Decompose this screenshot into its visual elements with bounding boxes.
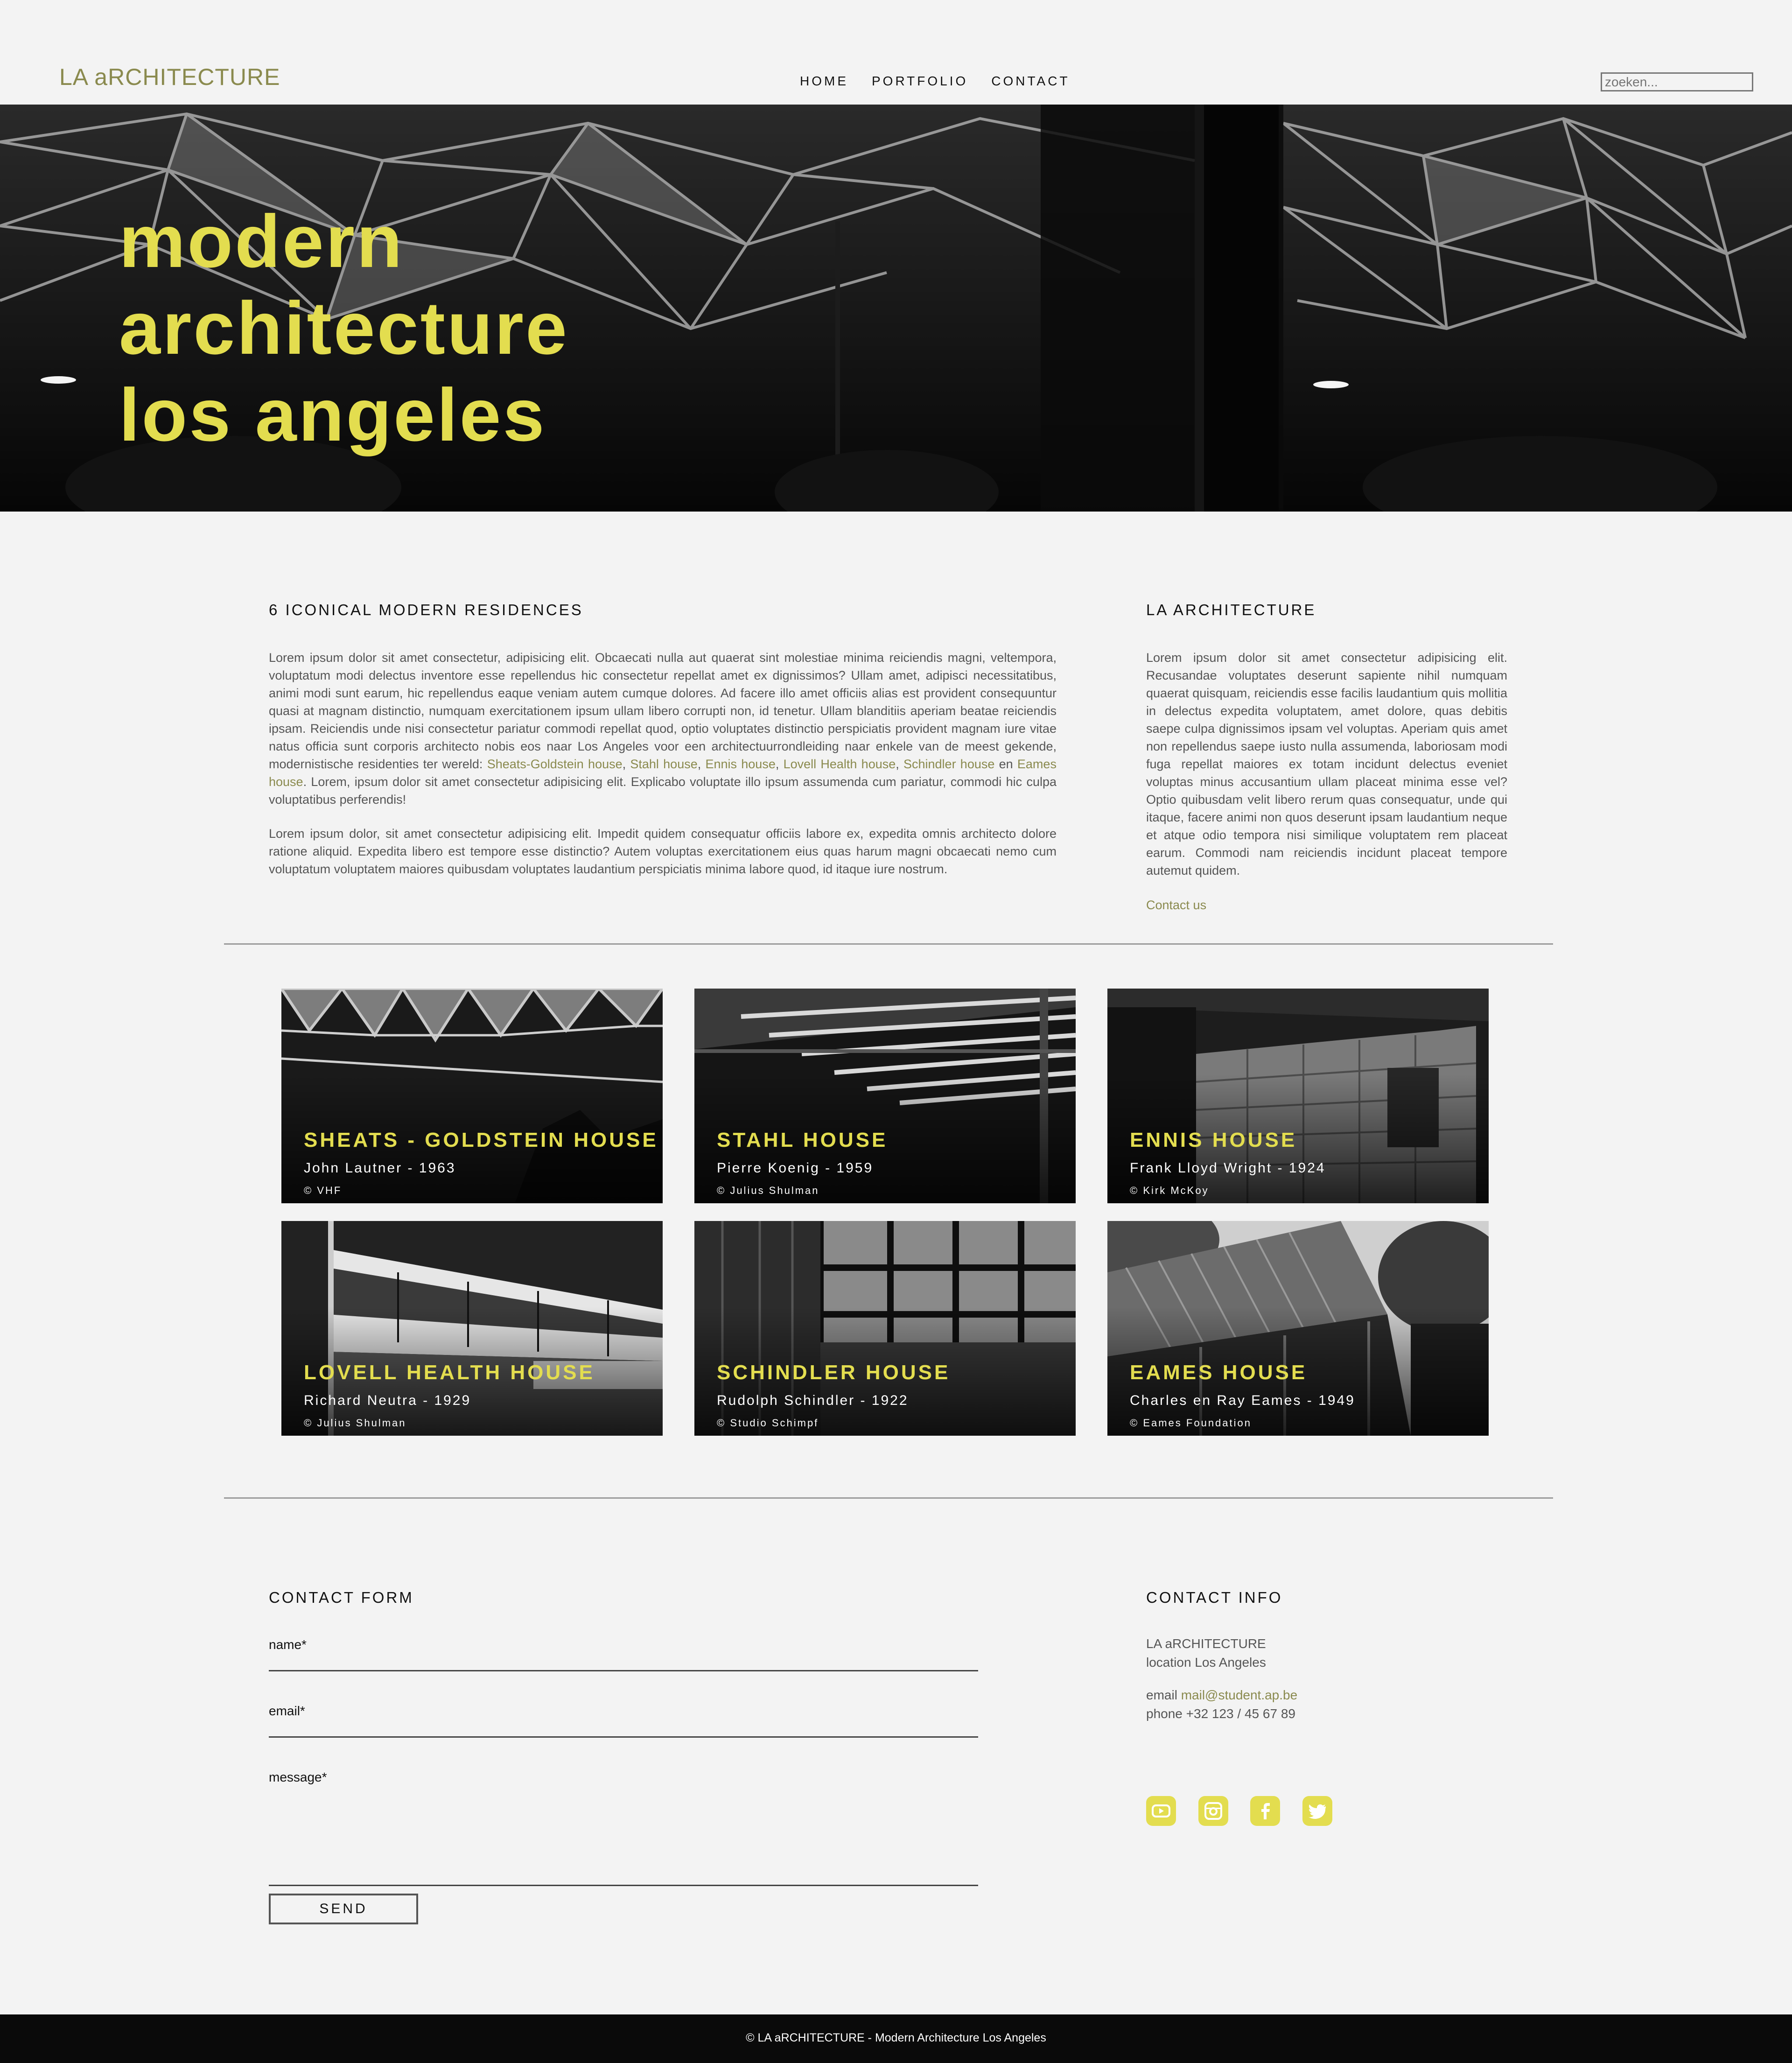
house-card-sheats-goldstein[interactable]: SHEATS - GOLDSTEIN HOUSE John Lautner - … — [281, 989, 663, 1203]
intro-text-a: Lorem ipsum dolor sit amet consectetur, … — [269, 651, 1057, 771]
name-label: name* — [269, 1637, 307, 1652]
house-credit: © Kirk McKoy — [1130, 1185, 1209, 1196]
main-nav: HOME PORTFOLIO CONTACT — [800, 74, 1070, 89]
house-credit: © Studio Schimpf — [717, 1417, 819, 1429]
house-architect: Pierre Koenig - 1959 — [717, 1160, 874, 1176]
contact-phone: phone +32 123 / 45 67 89 — [1146, 1706, 1295, 1721]
name-field[interactable] — [269, 1670, 978, 1671]
house-architect: Frank Lloyd Wright - 1924 — [1130, 1160, 1326, 1176]
footer-text: © LA aRCHITECTURE - Modern Architecture … — [746, 2031, 1046, 2044]
about-heading: LA ARCHITECTURE — [1146, 601, 1316, 618]
send-button[interactable]: SEND — [269, 1894, 418, 1924]
house-credit: © Julius Shulman — [304, 1417, 406, 1429]
instagram-icon[interactable] — [1198, 1796, 1228, 1826]
house-architect: Charles en Ray Eames - 1949 — [1130, 1393, 1355, 1408]
house-title: STAHL HOUSE — [717, 1129, 888, 1151]
house-architect: John Lautner - 1963 — [304, 1160, 456, 1176]
separator: , — [775, 757, 784, 771]
house-card-lovell[interactable]: LOVELL HEALTH HOUSE Richard Neutra - 192… — [281, 1221, 663, 1436]
site-footer: © LA aRCHITECTURE - Modern Architecture … — [0, 2014, 1792, 2063]
house-title: SCHINDLER HOUSE — [717, 1361, 951, 1384]
separator: , — [697, 757, 706, 771]
nav-home[interactable]: HOME — [800, 74, 848, 89]
contact-company: LA aRCHITECTURE — [1146, 1636, 1266, 1651]
house-credit: © Eames Foundation — [1130, 1417, 1252, 1429]
house-credit: © VHF — [304, 1185, 342, 1196]
separator: , — [896, 757, 903, 771]
youtube-icon[interactable] — [1146, 1796, 1176, 1826]
divider — [224, 943, 1553, 945]
divider — [224, 1497, 1553, 1499]
house-architect: Rudolph Schindler - 1922 — [717, 1393, 909, 1408]
about-paragraph: Lorem ipsum dolor sit amet consectetur a… — [1146, 651, 1507, 877]
email-link[interactable]: mail@student.ap.be — [1181, 1688, 1297, 1702]
house-credit: © Julius Shulman — [717, 1185, 819, 1196]
intro-paragraph-1: Lorem ipsum dolor sit amet consectetur, … — [269, 649, 1057, 808]
separator: , — [622, 757, 630, 771]
hero-banner: modern architecture los angeles — [0, 105, 1792, 512]
site-header: LA aRCHITECTURE HOME PORTFOLIO CONTACT — [0, 0, 1792, 105]
message-label: message* — [269, 1770, 327, 1784]
contact-email-line: email mail@student.ap.be — [1146, 1686, 1297, 1705]
hero-line-3: los angeles — [119, 373, 546, 456]
house-title: EAMES HOUSE — [1130, 1361, 1308, 1384]
nav-portfolio[interactable]: PORTFOLIO — [872, 74, 968, 89]
house-title: LOVELL HEALTH HOUSE — [304, 1361, 595, 1384]
hero-line-1: modern — [119, 199, 404, 283]
contact-location: location Los Angeles — [1146, 1655, 1266, 1670]
contact-form-heading: CONTACT FORM — [269, 1589, 414, 1606]
email-field[interactable] — [269, 1736, 978, 1738]
twitter-icon[interactable] — [1302, 1796, 1332, 1826]
email-label: email* — [269, 1704, 305, 1718]
house-title: ENNIS HOUSE — [1130, 1129, 1297, 1151]
hero-title: modern architecture los angeles — [119, 198, 569, 458]
house-title: SHEATS - GOLDSTEIN HOUSE — [304, 1129, 658, 1151]
intro-paragraph-2: Lorem ipsum dolor, sit amet consectetur … — [269, 827, 1057, 876]
email-label: email — [1146, 1688, 1181, 1702]
house-card-stahl[interactable]: STAHL HOUSE Pierre Koenig - 1959 © Juliu… — [694, 989, 1076, 1203]
separator: en — [994, 757, 1017, 771]
intro-text-b: . Lorem, ipsum dolor sit amet consectetu… — [269, 775, 1057, 807]
intro-heading: 6 ICONICAL MODERN RESIDENCES — [269, 601, 583, 618]
house-architect: Richard Neutra - 1929 — [304, 1393, 471, 1408]
site-logo[interactable]: LA aRCHITECTURE — [59, 63, 280, 91]
house-card-schindler[interactable]: SCHINDLER HOUSE Rudolph Schindler - 1922… — [694, 1221, 1076, 1436]
link-lovell[interactable]: Lovell Health house — [784, 757, 896, 771]
link-schindler[interactable]: Schindler house — [903, 757, 994, 771]
contact-info-heading: CONTACT INFO — [1146, 1589, 1283, 1606]
link-ennis[interactable]: Ennis house — [705, 757, 775, 771]
link-sheats-goldstein[interactable]: Sheats-Goldstein house — [487, 757, 623, 771]
facebook-icon[interactable] — [1250, 1796, 1280, 1826]
link-stahl[interactable]: Stahl house — [630, 757, 697, 771]
search-input[interactable] — [1601, 72, 1753, 91]
hero-line-2: architecture — [119, 286, 569, 370]
message-field[interactable] — [269, 1885, 978, 1886]
nav-contact[interactable]: CONTACT — [991, 74, 1070, 89]
house-card-eames[interactable]: EAMES HOUSE Charles en Ray Eames - 1949 … — [1107, 1221, 1489, 1436]
contact-us-link[interactable]: Contact us — [1146, 896, 1206, 914]
house-card-ennis[interactable]: ENNIS HOUSE Frank Lloyd Wright - 1924 © … — [1107, 989, 1489, 1203]
